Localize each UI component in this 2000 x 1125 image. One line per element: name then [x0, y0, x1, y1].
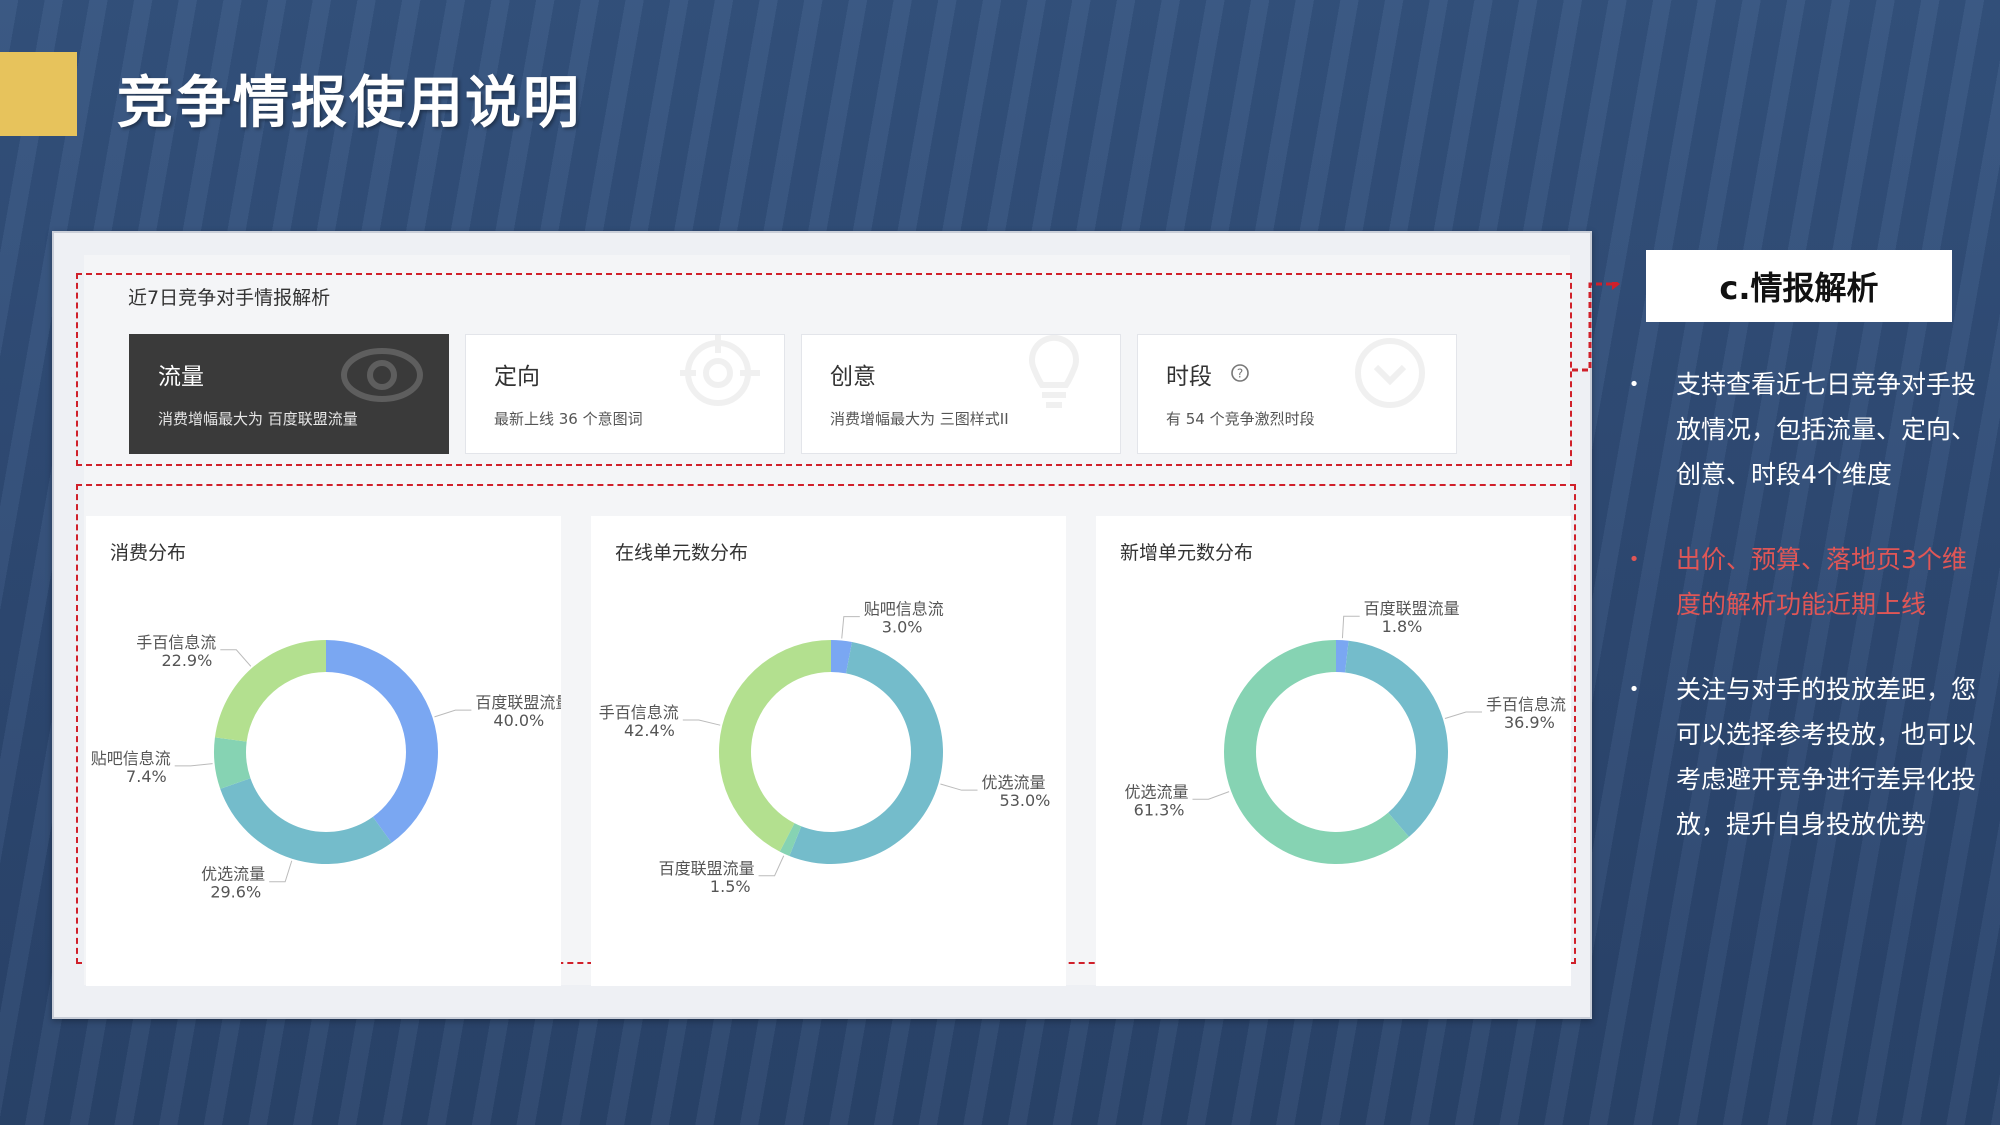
slice-value-label: 29.6% [210, 883, 261, 902]
label-leader-line [174, 763, 213, 767]
slice-label: 手百信息流 [1486, 695, 1566, 714]
tab-description: 有 54 个竞争激烈时段 [1166, 410, 1315, 428]
chart-title: 消费分布 [110, 542, 187, 564]
donut-chart-online-units: 贴吧信息流3.0% 优选流量53.0% 百度联盟流量1.5% 手百信息流42.4% [599, 600, 1051, 896]
bullet-dot: • [1628, 374, 1640, 395]
tab-description: 最新上线 36 个意图词 [494, 410, 643, 428]
slice-label: 优选流量 [1124, 782, 1188, 801]
slice-label: 手百信息流 [136, 633, 216, 652]
tab-time-period[interactable]: 时段 ? 有 54 个竞争激烈时段 [1137, 334, 1457, 454]
slice-value-label: 22.9% [161, 651, 212, 670]
donut-slice[interactable] [214, 640, 326, 742]
bullet-text: 出价、预算、落地页3个维度的解析功能近期上线 [1676, 545, 1967, 619]
slice-value-label: 3.0% [882, 618, 923, 637]
target-icon [680, 335, 760, 406]
donut-chart-new-units: 百度联盟流量1.8% 手百信息流36.9% 优选流量61.3% [1124, 599, 1566, 864]
slice-value-label: 53.0% [1000, 791, 1051, 810]
slide-title: 竞争情报使用说明 [117, 71, 581, 136]
label-leader-line [269, 860, 293, 883]
bullet-item: • 支持查看近七日竞争对手投放情况，包括流量、定向、创意、时段4个维度 [1622, 362, 1982, 497]
donut-slice[interactable] [719, 640, 831, 852]
slice-label: 百度联盟流量 [1364, 599, 1460, 618]
label-leader-line [1192, 791, 1230, 800]
tab-label: 时段 [1166, 364, 1212, 390]
donut-chart-spend: 百度联盟流量40.0% 优选流量29.6% 贴吧信息流7.4% 手百信息流22.9% [91, 633, 561, 902]
bullet-dot: • [1628, 679, 1640, 700]
title-accent-bar [0, 52, 77, 136]
donut-slice[interactable] [1345, 640, 1448, 837]
slice-label: 贴吧信息流 [91, 749, 171, 768]
donut-slice[interactable] [789, 641, 943, 864]
tab-label: 创意 [830, 364, 876, 390]
tab-description: 消费增幅最大为 三图样式II [830, 410, 1009, 428]
label-leader-line [758, 855, 785, 877]
chart-card-new-units: 百度联盟流量 1.8% 手百信息流 36.9% 优选流量 61.3% 新增单元数分布 [1096, 516, 1571, 986]
slice-label: 百度联盟流量 [659, 859, 755, 878]
label-leader-line [940, 783, 978, 791]
screenshot-panel: 近7日竞争对手情报解析 流量 消费增幅最大为 百度联盟流量 定向 最新上线 36… [52, 231, 1592, 1019]
label-leader-line [682, 719, 721, 726]
section-label-intel-analysis: c.情报解析 [1646, 250, 1952, 322]
bullet-item: • 关注与对手的投放差距，您可以选择参考投放，也可以考虑避开竞争进行差异化投放，… [1622, 667, 1982, 847]
slice-value-label: 36.9% [1504, 713, 1555, 732]
label-leader-line [434, 709, 472, 718]
slice-label: 手百信息流 [599, 703, 679, 722]
tab-description: 消费增幅最大为 百度联盟流量 [158, 410, 358, 428]
tab-targeting[interactable]: 定向 最新上线 36 个意图词 [465, 334, 785, 454]
svg-text:?: ? [1237, 367, 1243, 381]
label-leader-line [841, 616, 860, 639]
bullet-text: 关注与对手的投放差距，您可以选择参考投放，也可以考虑避开竞争进行差异化投放，提升… [1676, 675, 1977, 839]
label-leader-line [1341, 615, 1360, 639]
slice-value-label: 7.4% [126, 767, 167, 786]
tab-label: 流量 [158, 364, 204, 390]
question-circle-icon[interactable]: ? [1230, 363, 1250, 383]
bullet-list: • 支持查看近七日竞争对手投放情况，包括流量、定向、创意、时段4个维度 • 出价… [1622, 362, 1982, 887]
chart-title: 新增单元数分布 [1120, 542, 1254, 564]
lightbulb-icon [1029, 335, 1079, 408]
clock-icon [1355, 338, 1425, 408]
slice-label: 贴吧信息流 [864, 600, 944, 619]
bullet-text: 支持查看近七日竞争对手投放情况，包括流量、定向、创意、时段4个维度 [1676, 370, 1977, 489]
donut-slice[interactable] [326, 640, 439, 843]
chart-card-online-units: 贴吧信息流 3.0% 优选流量 53.0% 百度联盟流量 1.5% 手百信息流 42.4% 在… [591, 516, 1066, 986]
eye-icon [341, 348, 423, 402]
chart-card-spend: 百度联盟流量40.0%优选流量29.6%贴吧信息流7.4%手百信息流22.9% … [86, 516, 561, 986]
slice-label: 优选流量 [982, 773, 1046, 792]
bullet-dot: • [1628, 549, 1640, 570]
chart-title: 在线单元数分布 [615, 542, 749, 564]
connector-arrow [1572, 282, 1620, 372]
tab-traffic[interactable]: 流量 消费增幅最大为 百度联盟流量 [129, 334, 449, 454]
slice-value-label: 42.4% [624, 721, 675, 740]
section-title: 近7日竞争对手情报解析 [128, 287, 331, 309]
tab-creative[interactable]: 创意 消费增幅最大为 三图样式II [801, 334, 1121, 454]
slice-label: 优选流量 [201, 865, 265, 884]
label-leader-line [1444, 711, 1482, 719]
slice-value-label: 1.8% [1382, 617, 1423, 636]
slice-label: 百度联盟流量 [475, 693, 561, 712]
slice-value-label: 1.5% [710, 877, 751, 896]
bullet-item: • 出价、预算、落地页3个维度的解析功能近期上线 [1622, 537, 1982, 627]
donut-slice[interactable] [220, 778, 392, 864]
tab-label: 定向 [494, 364, 540, 390]
label-leader-line [220, 649, 252, 667]
slice-value-label: 61.3% [1134, 800, 1185, 819]
slice-value-label: 40.0% [493, 711, 544, 730]
